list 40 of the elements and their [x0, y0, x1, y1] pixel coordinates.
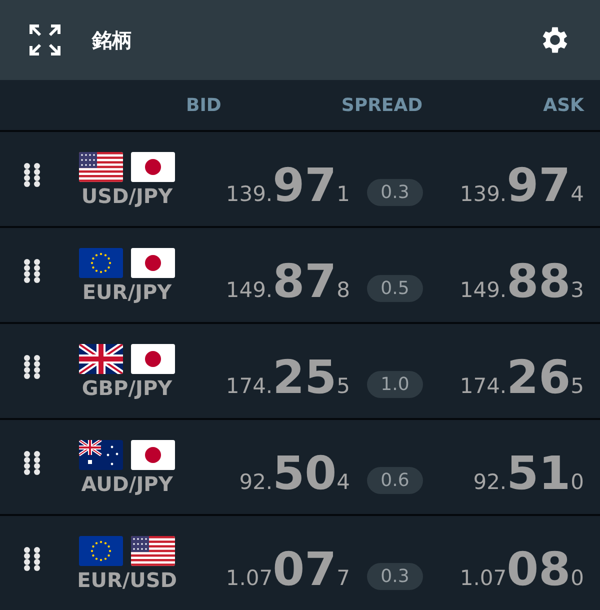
bid-price: 1.0707 7: [224, 546, 350, 592]
drag-handle-icon[interactable]: [22, 450, 42, 476]
ask-price: 1.07080: [458, 546, 584, 592]
disc-flag-icon: [131, 344, 175, 374]
spread-value: 1.0: [366, 371, 424, 398]
currency-pair: USD/JPY: [81, 184, 173, 208]
drag-handle-icon[interactable]: [22, 258, 42, 284]
bid-price: 149.87 8: [224, 258, 350, 304]
bid-price: 174.25 5: [224, 354, 350, 400]
spread-value: 0.5: [366, 275, 424, 302]
column-header: SPREAD: [340, 94, 424, 116]
star-circle-flag-icon: [79, 248, 123, 278]
stars-stripes-flag-icon: [79, 152, 123, 182]
bid-price: 139.97 1: [224, 162, 350, 208]
currency-pair: EUR/USD: [77, 568, 177, 592]
currency-pair: EUR/JPY: [82, 280, 172, 304]
ask-price: 149.883: [458, 258, 584, 304]
disc-flag-icon: [131, 440, 175, 470]
spread-value: 0.3: [366, 563, 424, 590]
ask-price: 92.51 0: [472, 450, 584, 496]
panel-title: 銘柄: [92, 26, 133, 54]
ask-price: 139.97 4: [458, 162, 584, 208]
spread-value: 0.6: [366, 467, 424, 494]
drag-handle-icon[interactable]: [22, 162, 42, 188]
currency-pair: AUD/JPY: [81, 472, 173, 496]
ask-price: 174.265: [458, 354, 584, 400]
southern-cross-flag-icon: [79, 440, 123, 470]
spread-value: 0.3: [366, 179, 424, 206]
column-header: BID: [186, 94, 222, 116]
drag-handle-icon[interactable]: [22, 354, 42, 380]
disc-flag-icon: [131, 152, 175, 182]
disc-flag-icon: [131, 248, 175, 278]
stars-stripes-flag-icon: [131, 536, 175, 566]
bid-price: 92.504: [238, 450, 350, 496]
drag-handle-icon[interactable]: [22, 546, 42, 572]
union-cross-flag-icon: [79, 344, 123, 374]
currency-pair: GBP/JPY: [82, 376, 172, 400]
star-circle-flag-icon: [79, 536, 123, 566]
expand-icon[interactable]: [28, 23, 62, 57]
column-header: ASK: [542, 94, 584, 116]
